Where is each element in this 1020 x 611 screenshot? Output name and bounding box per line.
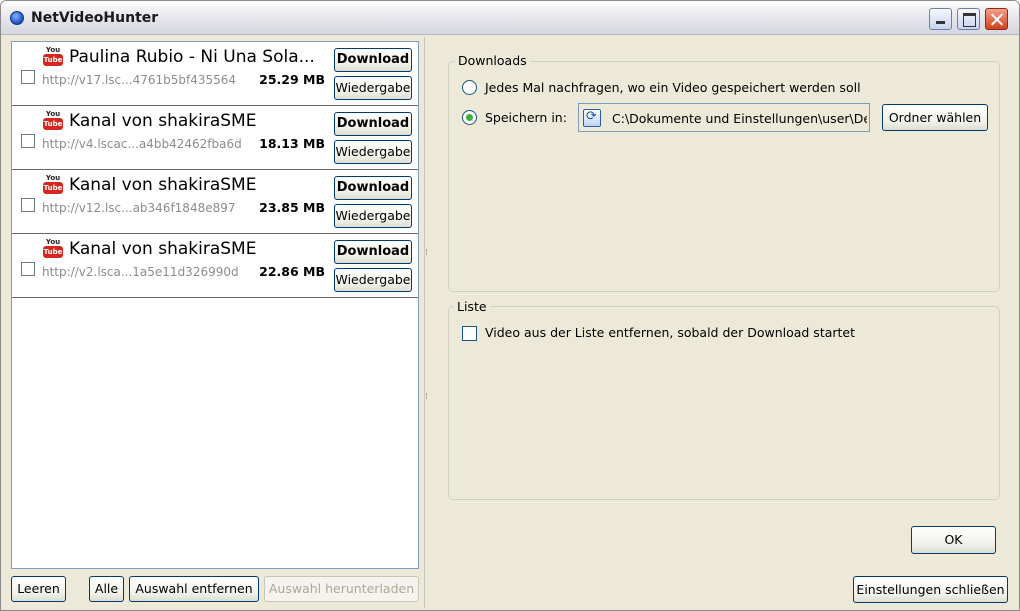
youtube-icon: You Tube bbox=[43, 46, 63, 66]
splitter-grip bbox=[426, 249, 428, 255]
choose-folder-button[interactable]: Ordner wählen bbox=[882, 104, 988, 131]
close-button[interactable] bbox=[985, 8, 1008, 30]
remove-selection-button[interactable]: Auswahl entfernen bbox=[129, 576, 259, 602]
youtube-icon: You Tube bbox=[43, 238, 63, 258]
save-path-text: C:\Dokumente und Einstellungen\user\Des bbox=[612, 111, 867, 126]
play-button[interactable]: Wiedergabe bbox=[334, 204, 412, 228]
youtube-icon: You Tube bbox=[43, 110, 63, 130]
save-in-radio[interactable] bbox=[462, 110, 477, 125]
remove-on-download-checkbox[interactable] bbox=[462, 326, 477, 341]
ask-each-time-radio[interactable] bbox=[462, 80, 477, 95]
item-title: Paulina Rubio - Ni Una Sola... bbox=[69, 47, 315, 67]
remove-on-download-label[interactable]: Video aus der Liste entfernen, sobald de… bbox=[485, 325, 855, 340]
item-title: Kanal von shakiraSME bbox=[69, 239, 257, 259]
video-list[interactable]: You Tube Paulina Rubio - Ni Una Sola... … bbox=[11, 41, 419, 569]
title-bar[interactable]: NetVideoHunter bbox=[1, 1, 1019, 35]
splitter-grip bbox=[426, 393, 428, 399]
item-size: 23.85 MB bbox=[259, 200, 325, 215]
item-checkbox[interactable] bbox=[21, 262, 35, 276]
list-item[interactable]: You Tube Kanal von shakiraSME http://v12… bbox=[12, 170, 418, 234]
item-size: 22.86 MB bbox=[259, 264, 325, 279]
item-url: http://v2.lsca...1a5e11d326990d bbox=[42, 265, 239, 279]
close-settings-button[interactable]: Einstellungen schließen bbox=[853, 576, 1008, 603]
folder-link-icon bbox=[583, 109, 601, 127]
downloads-legend: Downloads bbox=[455, 53, 530, 68]
ok-button[interactable]: OK bbox=[911, 526, 996, 554]
play-button[interactable]: Wiedergabe bbox=[334, 140, 412, 164]
panel-splitter[interactable] bbox=[424, 37, 430, 608]
play-button[interactable]: Wiedergabe bbox=[334, 76, 412, 100]
list-settings-legend: Liste bbox=[454, 299, 490, 314]
download-button[interactable]: Download bbox=[334, 240, 412, 264]
item-checkbox[interactable] bbox=[21, 134, 35, 148]
item-title: Kanal von shakiraSME bbox=[69, 111, 257, 131]
minimize-button[interactable] bbox=[929, 8, 952, 30]
ask-each-time-label[interactable]: Jedes Mal nachfragen, wo ein Video gespe… bbox=[485, 80, 861, 95]
item-size: 25.29 MB bbox=[259, 72, 325, 87]
list-item[interactable]: You Tube Kanal von shakiraSME http://v2.… bbox=[12, 234, 418, 298]
clear-list-button[interactable]: Leeren bbox=[11, 576, 66, 602]
item-url: http://v17.lsc...4761b5bf435564 bbox=[42, 73, 237, 87]
save-in-label[interactable]: Speichern in: bbox=[485, 110, 567, 125]
maximize-button[interactable] bbox=[957, 8, 980, 30]
youtube-icon: You Tube bbox=[43, 174, 63, 194]
item-url: http://v4.lscac...a4bb42462fba6d bbox=[42, 137, 242, 151]
select-all-button[interactable]: Alle bbox=[89, 576, 124, 602]
play-button[interactable]: Wiedergabe bbox=[334, 268, 412, 292]
download-button[interactable]: Download bbox=[334, 112, 412, 136]
list-item[interactable]: You Tube Kanal von shakiraSME http://v4.… bbox=[12, 106, 418, 170]
app-logo-icon bbox=[10, 11, 24, 25]
download-button[interactable]: Download bbox=[334, 48, 412, 72]
list-item[interactable]: You Tube Paulina Rubio - Ni Una Sola... … bbox=[12, 42, 418, 106]
item-url: http://v12.lsc...ab346f1848e897 bbox=[42, 201, 236, 215]
download-button[interactable]: Download bbox=[334, 176, 412, 200]
window-title: NetVideoHunter bbox=[31, 10, 159, 26]
download-selection-button[interactable]: Auswahl herunterladen bbox=[264, 576, 419, 602]
downloads-group bbox=[448, 61, 1000, 292]
app-window: NetVideoHunter You Tube Paulina Rubio - … bbox=[0, 0, 1020, 611]
item-size: 18.13 MB bbox=[259, 136, 325, 151]
item-checkbox[interactable] bbox=[21, 70, 35, 84]
item-checkbox[interactable] bbox=[21, 198, 35, 212]
item-title: Kanal von shakiraSME bbox=[69, 175, 257, 195]
save-path-field[interactable]: C:\Dokumente und Einstellungen\user\Des bbox=[578, 103, 870, 132]
